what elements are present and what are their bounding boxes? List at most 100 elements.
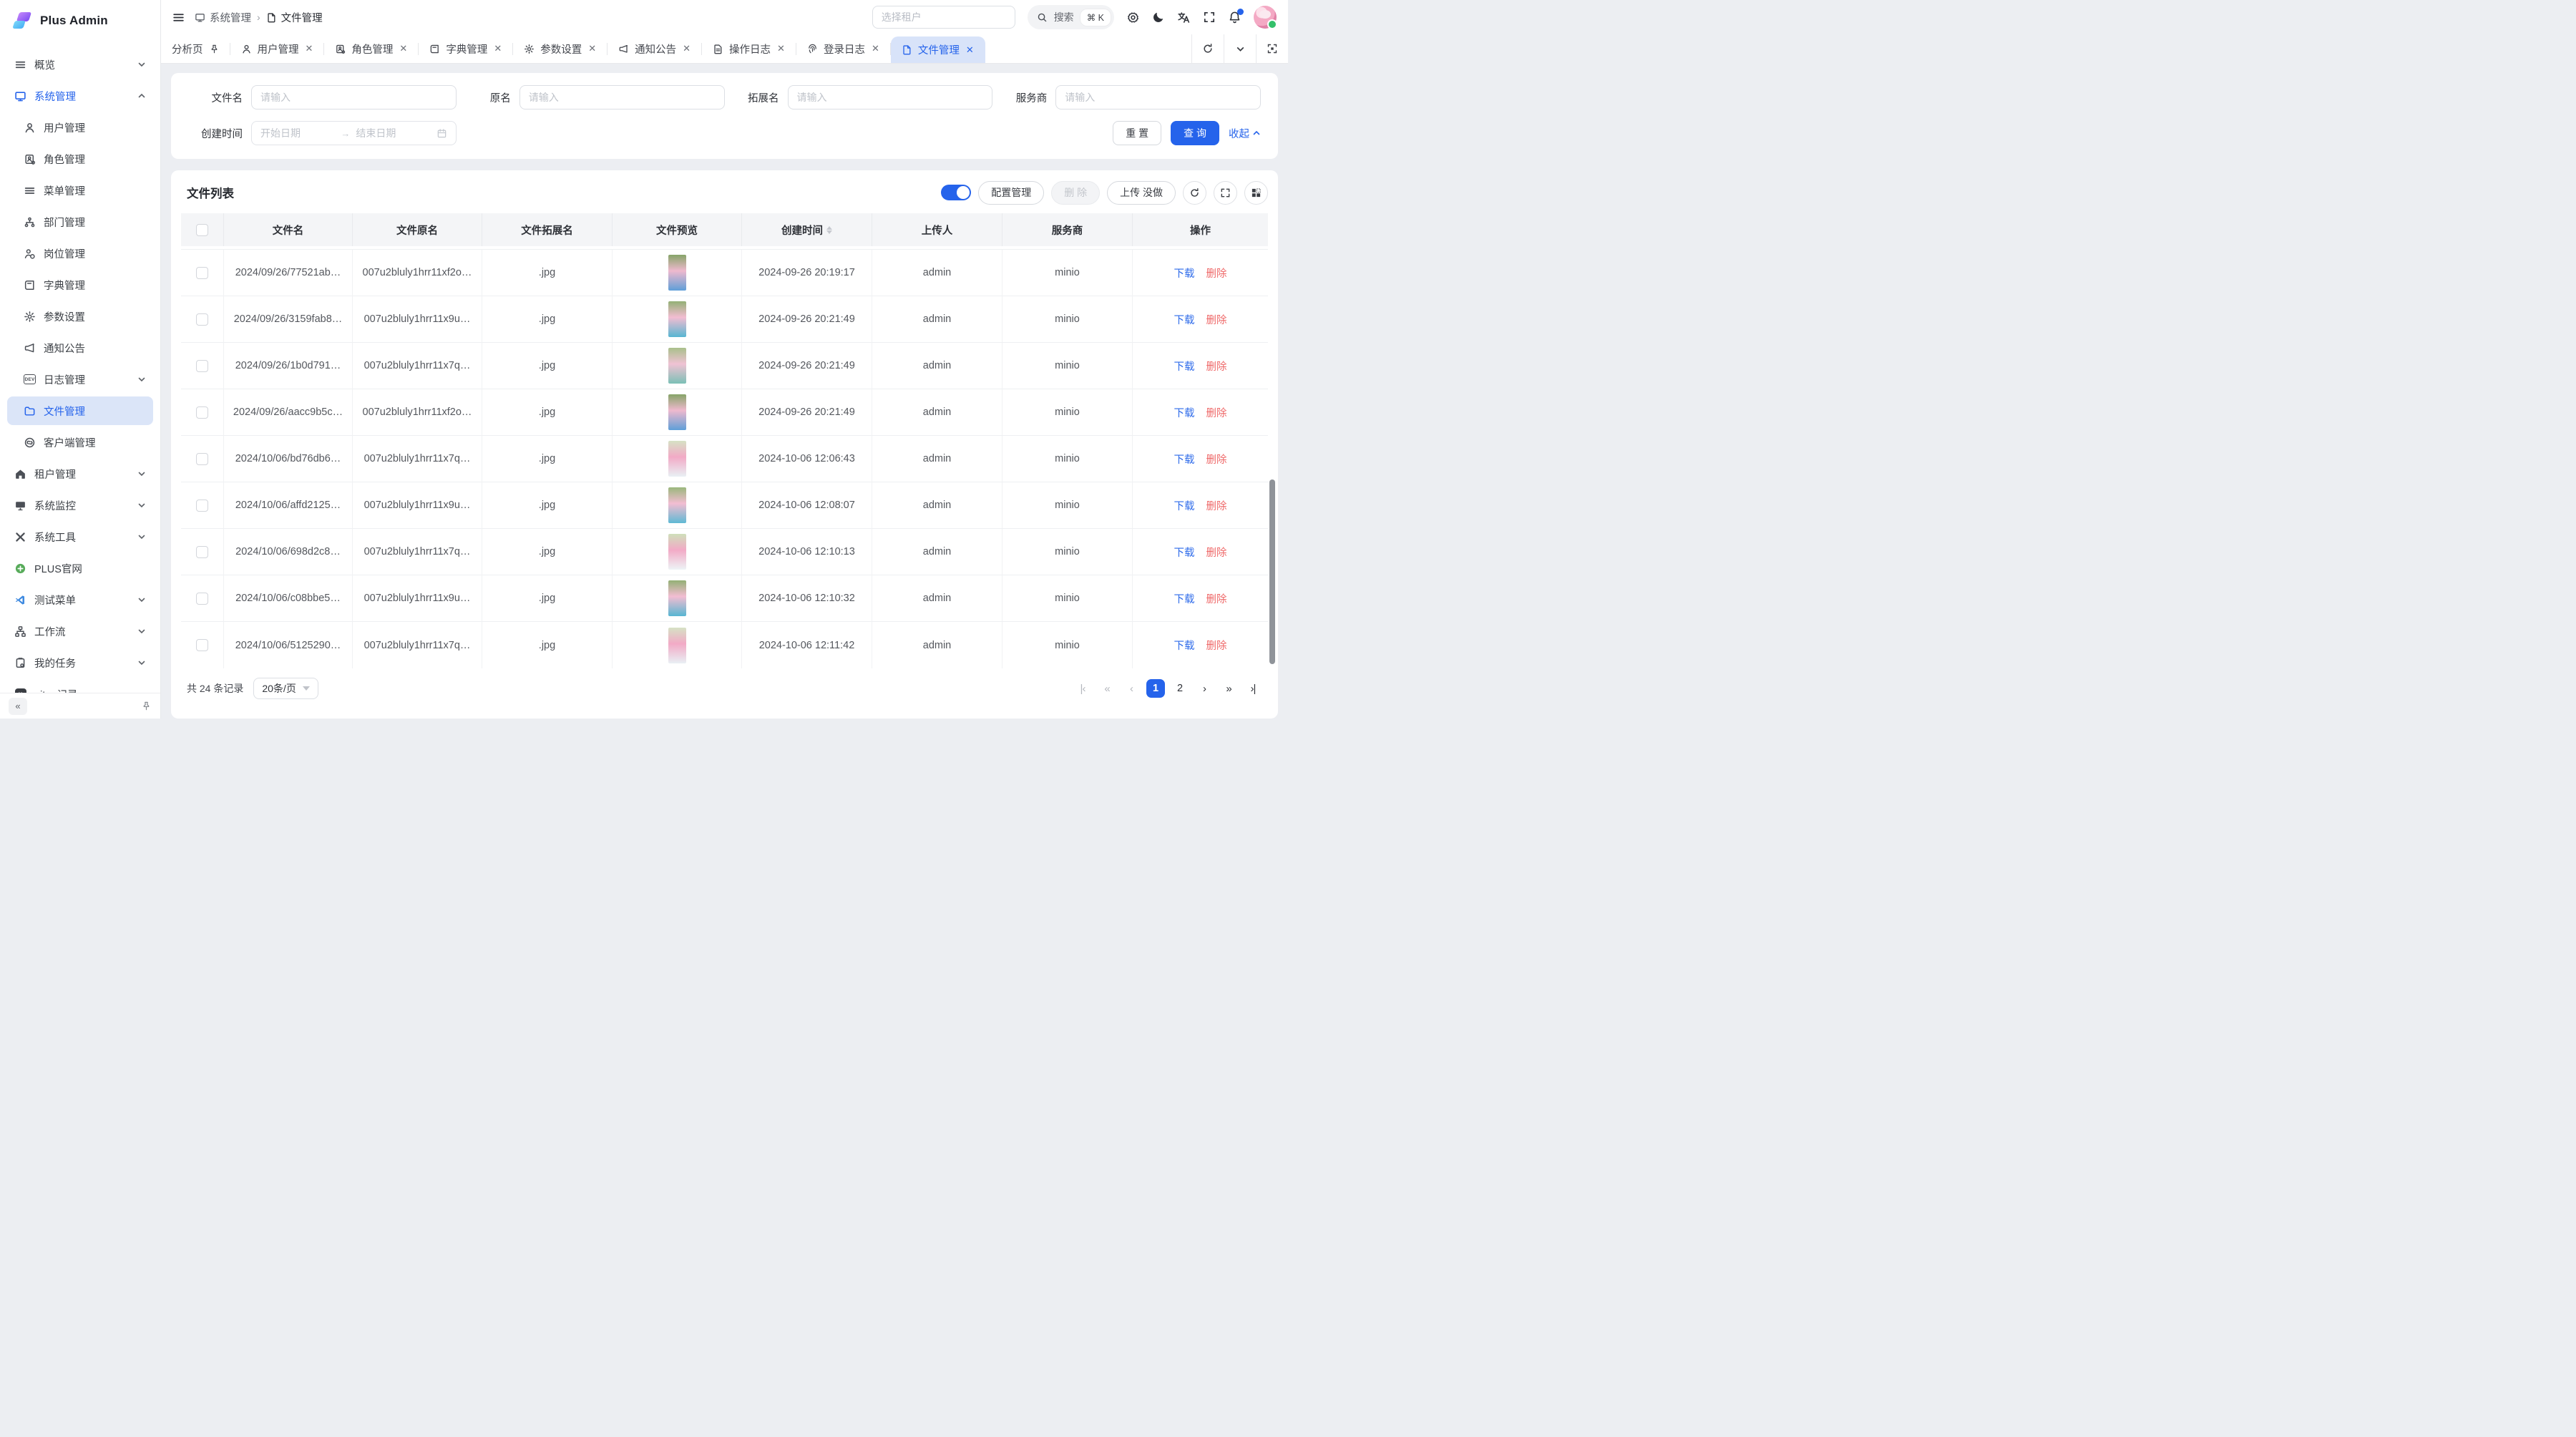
sidebar-item-system-monitor[interactable]: 系统监控: [7, 491, 153, 520]
fullscreen-icon[interactable]: [1203, 11, 1216, 24]
sidebar-item-system-management[interactable]: 系统管理: [7, 82, 153, 110]
page-number-1[interactable]: 1: [1146, 679, 1165, 698]
app-logo[interactable]: Plus Admin: [0, 0, 160, 42]
row-checkbox[interactable]: [196, 360, 208, 372]
pin-icon[interactable]: [141, 701, 152, 711]
collapse-filter-link[interactable]: 收起: [1229, 126, 1261, 141]
tabs-refresh-icon[interactable]: [1191, 34, 1224, 63]
download-link[interactable]: 下载: [1174, 312, 1195, 327]
sidebar-item-tenant-management[interactable]: 租户管理: [7, 459, 153, 488]
close-icon[interactable]: ✕: [587, 43, 597, 54]
download-link[interactable]: 下载: [1174, 359, 1195, 374]
sidebar-item-my-tasks[interactable]: 我的任务: [7, 648, 153, 677]
download-link[interactable]: 下载: [1174, 405, 1195, 420]
jump-back-icon[interactable]: «: [1098, 679, 1116, 698]
sidebar-item-workflow[interactable]: 工作流: [7, 617, 153, 646]
sidebar-item-system-tools[interactable]: 系统工具: [7, 522, 153, 551]
sidebar-item-file-management[interactable]: 文件管理: [7, 396, 153, 425]
sidebar-item-plus-website[interactable]: PLUS官网: [7, 554, 153, 583]
delete-button[interactable]: 删 除: [1051, 181, 1100, 205]
table-fullscreen-icon[interactable]: [1214, 181, 1237, 205]
row-checkbox[interactable]: [196, 593, 208, 605]
file-preview-image[interactable]: [668, 255, 686, 291]
tab-param-settings[interactable]: 参数设置 ✕: [513, 34, 608, 63]
tab-file-management[interactable]: 文件管理 ✕: [891, 36, 985, 63]
delete-link[interactable]: 删除: [1206, 545, 1227, 560]
delete-link[interactable]: 删除: [1206, 266, 1227, 281]
row-checkbox[interactable]: [196, 406, 208, 419]
config-management-button[interactable]: 配置管理: [978, 181, 1044, 205]
user-avatar[interactable]: [1254, 6, 1277, 29]
delete-link[interactable]: 删除: [1206, 312, 1227, 327]
tab-login-log[interactable]: 登录日志 ✕: [796, 34, 891, 63]
row-checkbox[interactable]: [196, 546, 208, 558]
table-scrollbar-thumb[interactable]: [1269, 479, 1275, 664]
sidebar-item-client-management[interactable]: 客户端管理: [7, 428, 153, 457]
breadcrumb-parent[interactable]: 系统管理: [195, 10, 251, 25]
row-checkbox[interactable]: [196, 267, 208, 279]
close-icon[interactable]: ✕: [493, 43, 502, 54]
file-preview-image[interactable]: [668, 580, 686, 616]
download-link[interactable]: 下载: [1174, 498, 1195, 513]
page-size-select[interactable]: 20条/页: [253, 678, 318, 699]
language-translate-icon[interactable]: [1177, 11, 1191, 24]
col-create-time[interactable]: 创建时间: [742, 213, 872, 246]
reset-button[interactable]: 重 置: [1113, 121, 1161, 145]
download-link[interactable]: 下载: [1174, 638, 1195, 653]
sidebar-item-overview[interactable]: 概览: [7, 50, 153, 79]
original-name-input[interactable]: [519, 85, 725, 109]
first-page-icon[interactable]: |‹: [1073, 679, 1092, 698]
delete-link[interactable]: 删除: [1206, 498, 1227, 513]
sidebar-collapse-button[interactable]: «: [9, 698, 27, 715]
notifications-bell-icon[interactable]: [1228, 11, 1241, 24]
sidebar-item-log-management[interactable]: DEV 日志管理: [7, 365, 153, 394]
file-preview-image[interactable]: [668, 534, 686, 570]
file-preview-image[interactable]: [668, 628, 686, 663]
sidebar-item-role-management[interactable]: 角色管理: [7, 145, 153, 173]
file-preview-image[interactable]: [668, 441, 686, 477]
settings-gear-icon[interactable]: [1126, 11, 1140, 24]
filename-input[interactable]: [251, 85, 457, 109]
search-toggle[interactable]: [941, 185, 971, 200]
select-all-checkbox[interactable]: [196, 224, 208, 236]
download-link[interactable]: 下载: [1174, 591, 1195, 606]
breadcrumb-current[interactable]: 文件管理: [266, 10, 323, 25]
page-number-2[interactable]: 2: [1171, 679, 1189, 698]
delete-link[interactable]: 删除: [1206, 405, 1227, 420]
close-icon[interactable]: ✕: [965, 44, 975, 56]
pin-icon[interactable]: [209, 44, 220, 54]
sidebar-item-menu-management[interactable]: 菜单管理: [7, 176, 153, 205]
delete-link[interactable]: 删除: [1206, 591, 1227, 606]
tab-role-management[interactable]: 角色管理 ✕: [324, 34, 419, 63]
tabs-menu-chevron-icon[interactable]: [1224, 34, 1256, 63]
dark-mode-moon-icon[interactable]: [1152, 11, 1165, 24]
close-icon[interactable]: ✕: [871, 43, 880, 54]
sidebar-item-notice[interactable]: 通知公告: [7, 333, 153, 362]
download-link[interactable]: 下载: [1174, 452, 1195, 467]
last-page-icon[interactable]: ›|: [1244, 679, 1262, 698]
tab-user-management[interactable]: 用户管理 ✕: [230, 34, 325, 63]
extension-input[interactable]: [788, 85, 993, 109]
provider-input[interactable]: [1055, 85, 1261, 109]
jump-forward-icon[interactable]: »: [1219, 679, 1238, 698]
row-checkbox[interactable]: [196, 500, 208, 512]
prev-page-icon[interactable]: ‹: [1122, 679, 1141, 698]
content-fullscreen-icon[interactable]: [1256, 34, 1288, 63]
upload-button[interactable]: 上传 没做: [1107, 181, 1176, 205]
sidebar-item-dict-management[interactable]: 字典管理: [7, 271, 153, 299]
row-checkbox[interactable]: [196, 639, 208, 651]
tenant-select[interactable]: [872, 6, 1015, 29]
delete-link[interactable]: 删除: [1206, 452, 1227, 467]
file-preview-image[interactable]: [668, 348, 686, 384]
date-range-picker[interactable]: 开始日期 → 结束日期: [251, 121, 457, 145]
sidebar-item-param-settings[interactable]: 参数设置: [7, 302, 153, 331]
row-checkbox[interactable]: [196, 453, 208, 465]
refresh-icon[interactable]: [1183, 181, 1206, 205]
next-page-icon[interactable]: ›: [1195, 679, 1214, 698]
sidebar-item-department-management[interactable]: 部门管理: [7, 208, 153, 236]
search-button[interactable]: 查 询: [1171, 121, 1219, 145]
delete-link[interactable]: 删除: [1206, 359, 1227, 374]
sidebar-item-user-management[interactable]: 用户管理: [7, 113, 153, 142]
tab-operation-log[interactable]: 操作日志 ✕: [702, 34, 796, 63]
sidebar-item-test-menu[interactable]: 测试菜单: [7, 585, 153, 614]
